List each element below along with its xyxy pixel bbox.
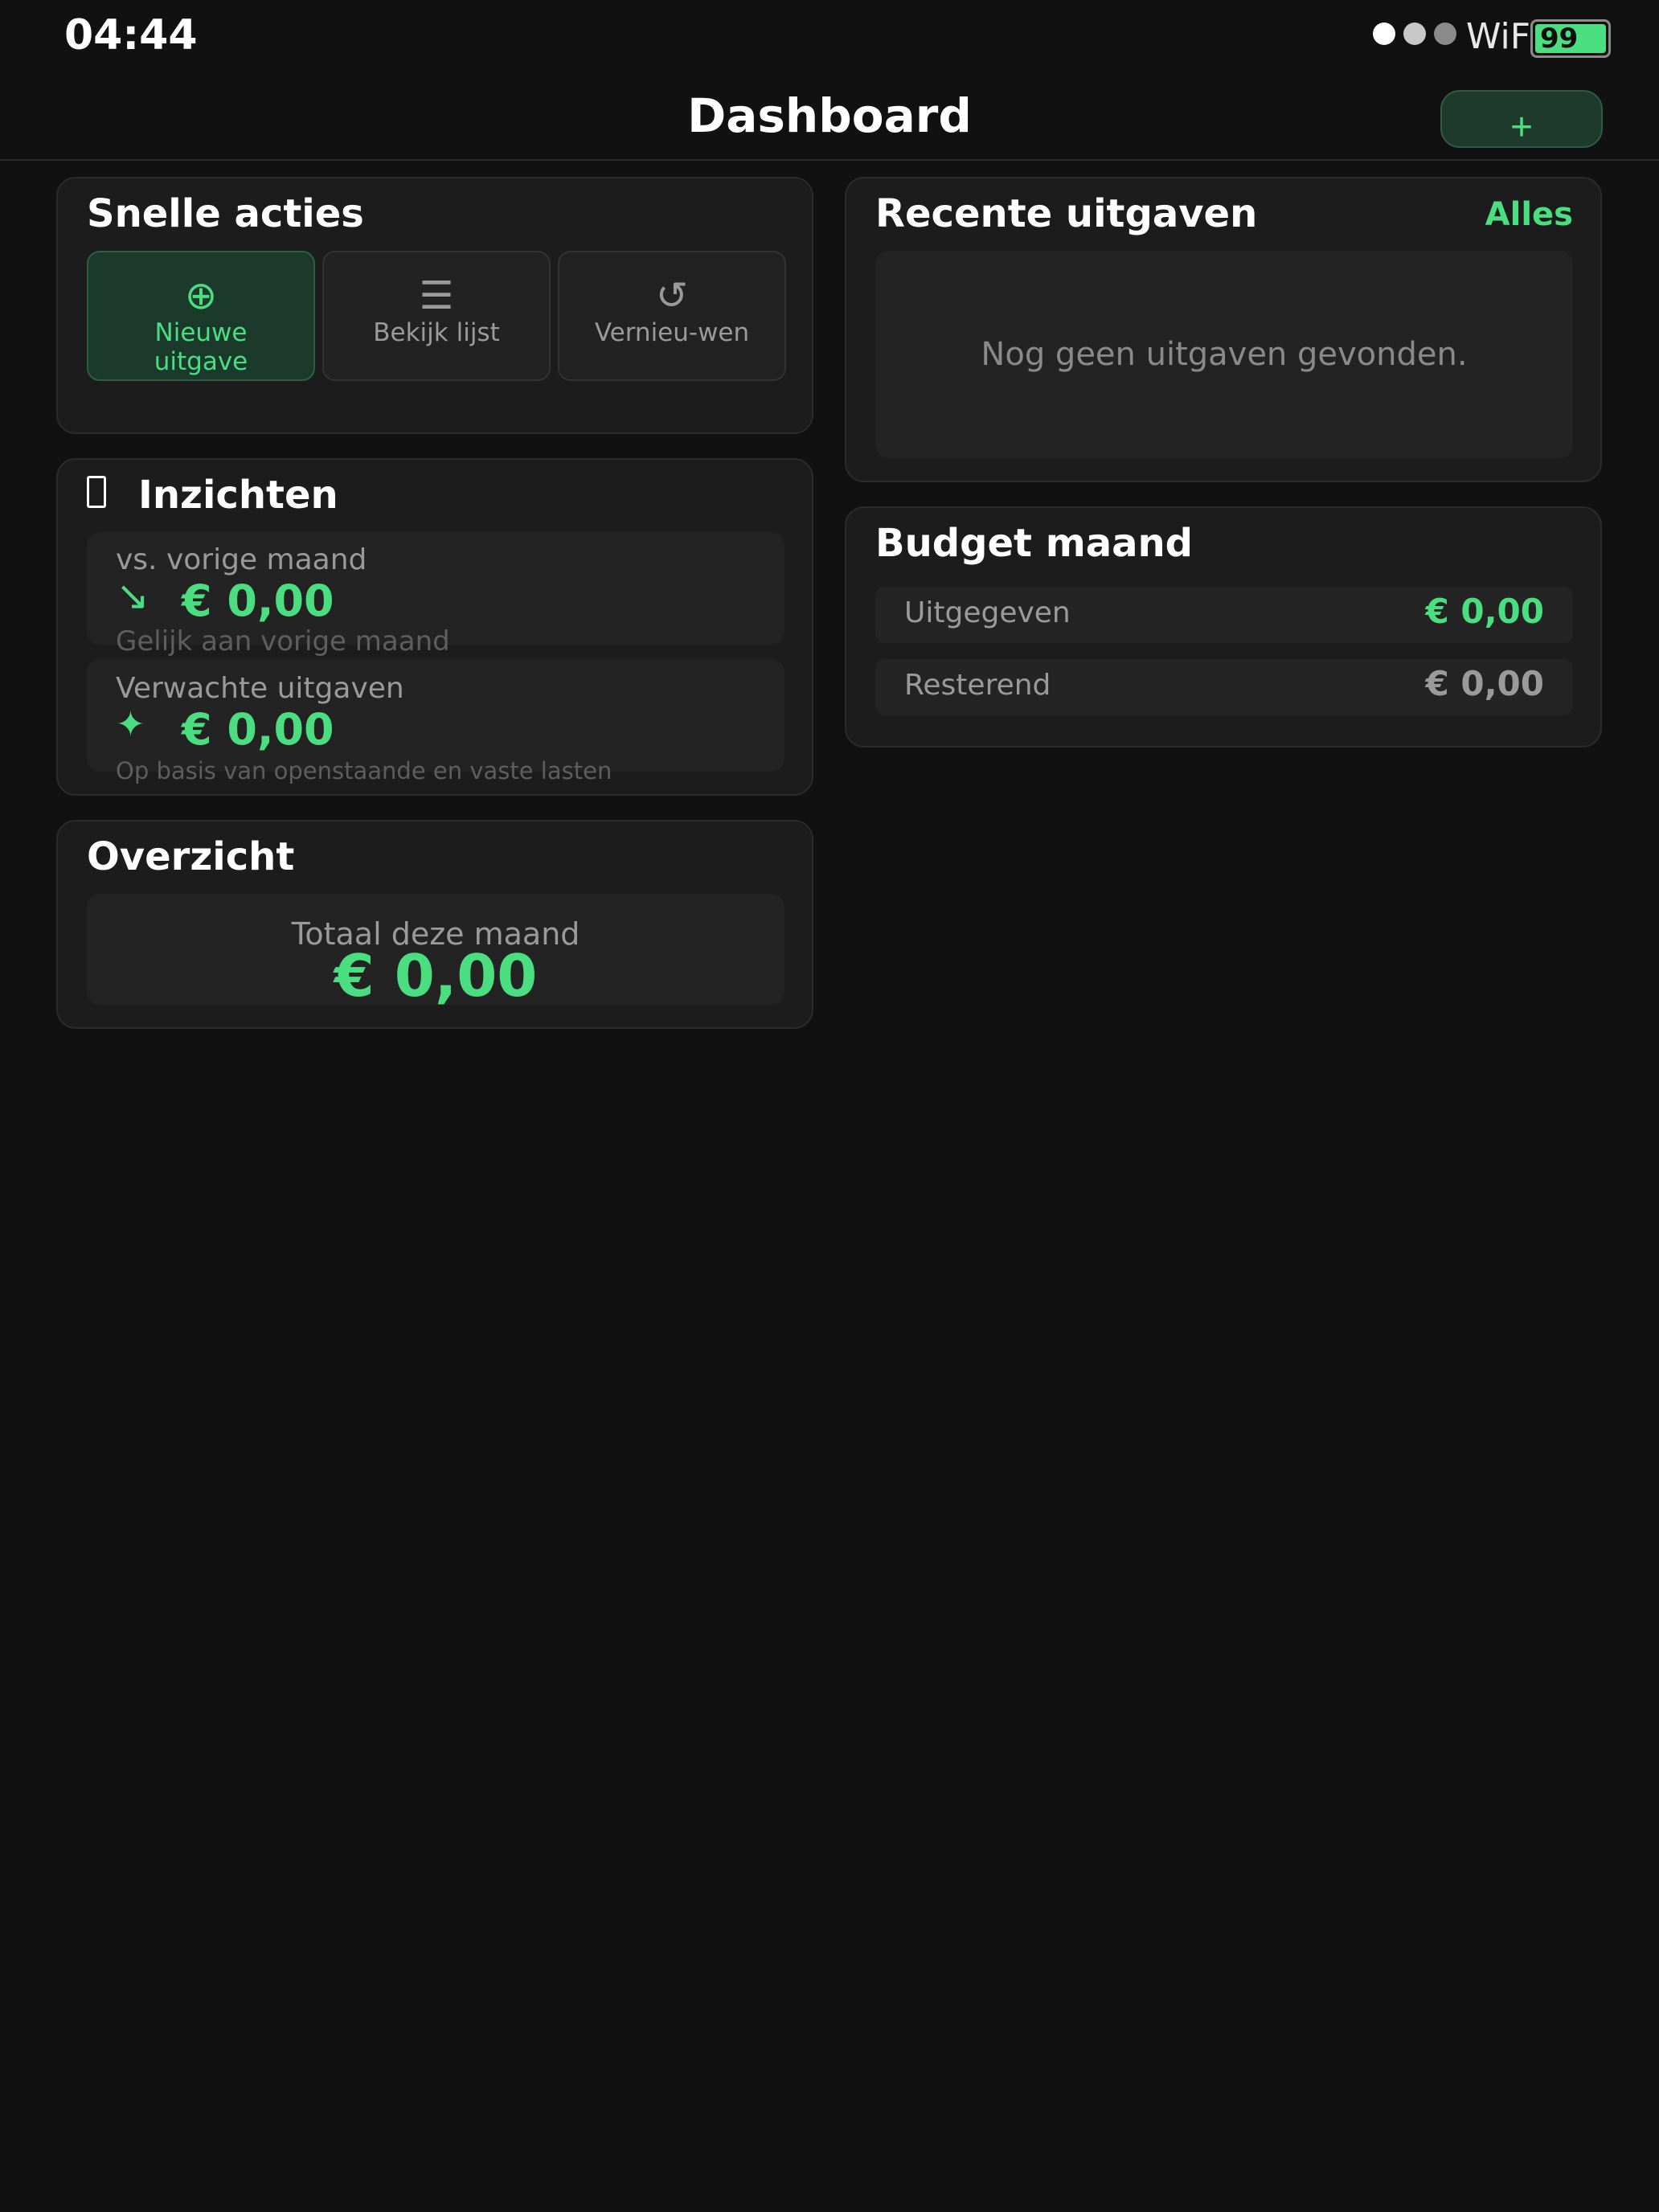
budget-label: Resterend: [904, 669, 1051, 702]
budget-row-spent: Uitgegeven € 0,00: [875, 587, 1573, 643]
view-list-label: Bekijk lijst: [373, 318, 500, 347]
recent-expenses-title: Recente uitgaven: [875, 191, 1258, 236]
refresh-label: Vernieu-wen: [594, 318, 750, 347]
new-expense-label: Nieuwe uitgave: [154, 318, 248, 376]
battery-fill: 99: [1535, 23, 1606, 55]
overview-card: Overzicht Totaal deze maand € 0,00: [56, 820, 813, 1029]
new-expense-button[interactable]: ⊕ Nieuwe uitgave: [87, 251, 315, 381]
empty-state: Nog geen uitgaven gevonden.: [875, 251, 1573, 458]
insight-note: Gelijk aan vorige maand: [116, 625, 450, 657]
recent-expenses-card: Recente uitgaven Alles Nog geen uitgaven…: [845, 177, 1602, 482]
plus-circle-icon: ⊕: [184, 273, 218, 318]
signal-dot: [1373, 23, 1395, 45]
header: Dashboard +: [0, 80, 1659, 161]
status-bar: 04:44 WiFi 99: [0, 0, 1659, 72]
quick-actions-card: Snelle acties ⊕ Nieuwe uitgave ☰ Bekijk …: [56, 177, 813, 434]
overview-total: € 0,00: [334, 942, 538, 1010]
signal-dot: [1434, 23, 1456, 45]
insights-title: Inzichten: [138, 473, 338, 518]
refresh-button[interactable]: ↺ Vernieu-wen: [558, 251, 786, 381]
refresh-icon: ↺: [655, 273, 689, 318]
wifi-icon: WiFi: [1466, 16, 1530, 57]
budget-card: Budget maand Uitgegeven € 0,00 Resterend…: [845, 506, 1602, 748]
signal-dot: [1403, 23, 1426, 45]
sparkle-icon: ✦: [116, 704, 145, 745]
trend-down-icon: ↘: [116, 572, 150, 619]
status-time: 04:44: [64, 11, 198, 59]
budget-title: Budget maand: [875, 521, 1194, 566]
insight-note: Op basis van openstaande en vaste lasten: [116, 757, 612, 784]
quick-actions-title: Snelle acties: [87, 191, 364, 236]
page-title: Dashboard: [687, 88, 972, 143]
plus-icon: +: [1509, 105, 1534, 149]
insight-value: € 0,00: [182, 704, 334, 755]
budget-value: € 0,00: [1425, 592, 1544, 631]
budget-label: Uitgegeven: [904, 596, 1071, 629]
add-button[interactable]: +: [1440, 90, 1603, 149]
overview-title: Overzicht: [87, 834, 295, 879]
battery-level: 99: [1540, 23, 1579, 55]
budget-value: € 0,00: [1425, 664, 1544, 703]
insight-value: € 0,00: [182, 576, 334, 626]
view-all-link[interactable]: Alles: [1485, 196, 1573, 233]
battery-icon: 99: [1530, 19, 1611, 58]
insights-card: Inzichten vs. vorige maand ↘ € 0,00 Geli…: [56, 458, 813, 796]
insight-label: Verwachte uitgaven: [116, 672, 404, 705]
insight-label: vs. vorige maand: [116, 543, 367, 576]
budget-row-remaining: Resterend € 0,00: [875, 659, 1573, 715]
list-icon: ☰: [419, 273, 454, 318]
view-list-button[interactable]: ☰ Bekijk lijst: [322, 251, 551, 381]
insights-icon: [87, 476, 106, 508]
signal-icon: [1373, 23, 1456, 45]
